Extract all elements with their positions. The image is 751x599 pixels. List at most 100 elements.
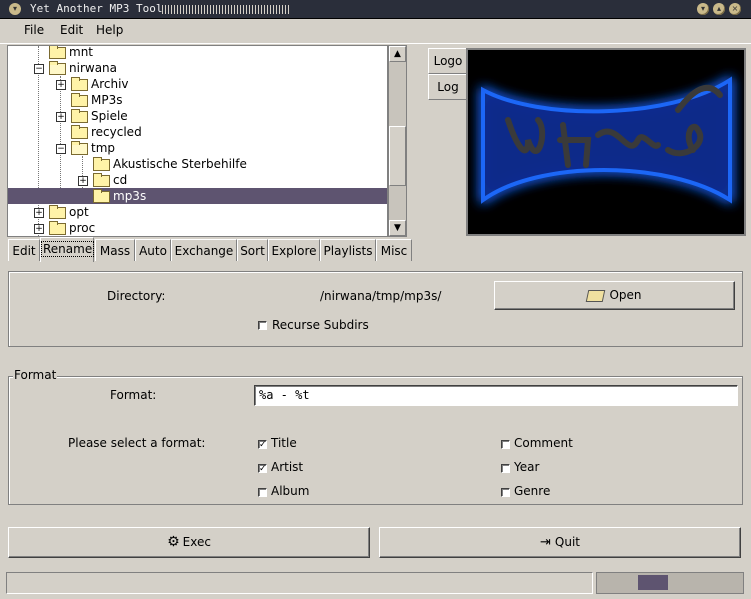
quit-button-label: Quit [554, 535, 580, 549]
album-option-label: Album [271, 484, 310, 498]
year-option-label: Year [514, 460, 540, 474]
tab-mass[interactable]: Mass [95, 239, 135, 261]
tree-item[interactable]: Akustische Sterbehilfe [8, 156, 387, 172]
folder-open-icon [49, 61, 66, 75]
collapse-icon[interactable]: − [34, 64, 44, 74]
tab-label: Misc [380, 244, 408, 258]
recurse-subdirs-checkbox[interactable] [258, 321, 267, 330]
menu-file[interactable]: File [24, 23, 44, 37]
tab-label: Edit [12, 244, 36, 258]
tree-scrollbar[interactable]: ▲ ▼ [388, 45, 407, 237]
tree-item[interactable]: − nirwana [8, 60, 387, 76]
tab-label: Rename [41, 241, 95, 257]
menu-help[interactable]: Help [96, 23, 123, 37]
tree-item[interactable]: + opt [8, 204, 387, 220]
tree-item[interactable]: recycled [8, 124, 387, 140]
open-button-label: Open [609, 288, 642, 302]
tree-item-label: tmp [91, 141, 116, 155]
maximize-icon[interactable]: ▴ [713, 3, 725, 15]
format-group-title: Format [13, 368, 58, 382]
tree-item-label: nirwana [69, 61, 117, 75]
status-bar [6, 572, 593, 594]
title-option-label: Title [271, 436, 297, 450]
tree-item-label: mnt [69, 45, 93, 59]
exec-button[interactable]: ⚙ Exec [8, 527, 370, 558]
tab-exchange[interactable]: Exchange [171, 239, 237, 261]
tree-item[interactable]: MP3s [8, 92, 387, 108]
open-button[interactable]: Open [494, 281, 735, 310]
quit-button[interactable]: ⇥ Quit [379, 527, 741, 558]
tab-label: Playlists [323, 244, 373, 258]
genre-checkbox[interactable] [501, 488, 510, 497]
tree-item-label: mp3s [113, 189, 147, 203]
year-checkbox[interactable] [501, 464, 510, 473]
comment-checkbox[interactable] [501, 440, 510, 449]
tree-item[interactable]: − tmp [8, 140, 387, 156]
tree-item-label: Archiv [91, 77, 129, 91]
tree-item[interactable]: mnt [8, 45, 387, 60]
progress-block [638, 575, 668, 590]
exit-icon: ⇥ [540, 535, 551, 550]
format-label: Format: [110, 388, 157, 402]
logo-image [466, 48, 746, 236]
tab-sort[interactable]: Sort [237, 239, 268, 261]
tree-item[interactable]: + proc [8, 220, 387, 236]
directory-tree[interactable]: mnt − nirwana + Archiv MP3s + Spiele recycled − tm… [7, 45, 388, 237]
tab-edit[interactable]: Edit [8, 239, 40, 261]
tab-logo[interactable]: Logo [428, 48, 467, 74]
folder-icon [71, 77, 88, 91]
scroll-down-icon[interactable]: ▼ [389, 220, 406, 236]
tab-label: Explore [271, 244, 317, 258]
yamt-logo [481, 76, 732, 204]
folder-icon [93, 173, 110, 187]
directory-label: Directory: [107, 289, 166, 303]
collapse-icon[interactable]: − [56, 144, 66, 154]
tab-label: Exchange [174, 244, 234, 258]
minimize-icon[interactable]: ▾ [697, 3, 709, 15]
expand-icon[interactable]: + [34, 224, 44, 234]
folder-open-icon [586, 289, 606, 302]
scroll-up-icon[interactable]: ▲ [389, 46, 406, 62]
tab-misc[interactable]: Misc [376, 239, 412, 261]
tab-label: Auto [139, 244, 167, 258]
tab-playlists[interactable]: Playlists [320, 239, 376, 261]
tree-item[interactable]: + Archiv [8, 76, 387, 92]
tree-item-label: recycled [91, 125, 142, 139]
expand-icon[interactable]: + [56, 80, 66, 90]
tree-item-label: opt [69, 205, 89, 219]
window-menu-icon[interactable]: ▾ [9, 3, 21, 15]
tab-auto[interactable]: Auto [135, 239, 171, 261]
expand-icon[interactable]: + [34, 208, 44, 218]
tab-explore[interactable]: Explore [268, 239, 320, 261]
tree-item[interactable]: + cd [8, 172, 387, 188]
folder-icon [93, 157, 110, 171]
format-input[interactable]: %a - %t [254, 385, 738, 406]
album-checkbox[interactable] [258, 488, 267, 497]
tree-item[interactable]: + Spiele [8, 108, 387, 124]
comment-option-label: Comment [514, 436, 573, 450]
title-bar-grip [162, 5, 290, 14]
tab-rename[interactable]: Rename [40, 237, 95, 262]
tree-item-label: MP3s [91, 93, 123, 107]
progress-indicator [596, 572, 744, 594]
tree-item[interactable]: mp3s [8, 188, 387, 204]
exec-button-label: Exec [182, 535, 211, 549]
tree-item-label: Spiele [91, 109, 128, 123]
artist-checkbox[interactable]: ✓ [258, 464, 267, 474]
select-format-label: Please select a format: [68, 436, 206, 450]
menu-edit[interactable]: Edit [60, 23, 83, 37]
folder-icon [49, 205, 66, 219]
tree-item-label: Akustische Sterbehilfe [113, 157, 247, 171]
expand-icon[interactable]: + [56, 112, 66, 122]
menu-bar: File Edit Help [0, 19, 751, 44]
close-icon[interactable]: × [729, 3, 741, 15]
recurse-subdirs-label: Recurse Subdirs [272, 318, 369, 332]
gears-icon: ⚙ [167, 534, 180, 550]
tab-log[interactable]: Log [428, 74, 467, 100]
scrollbar-thumb[interactable] [389, 126, 406, 186]
folder-icon [49, 46, 66, 59]
title-checkbox[interactable]: ✓ [258, 440, 267, 450]
folder-open-icon [71, 141, 88, 155]
expand-icon[interactable]: + [78, 176, 88, 186]
title-bar[interactable]: ▾ Yet Another MP3 Tool ▾ ▴ × [0, 0, 751, 19]
